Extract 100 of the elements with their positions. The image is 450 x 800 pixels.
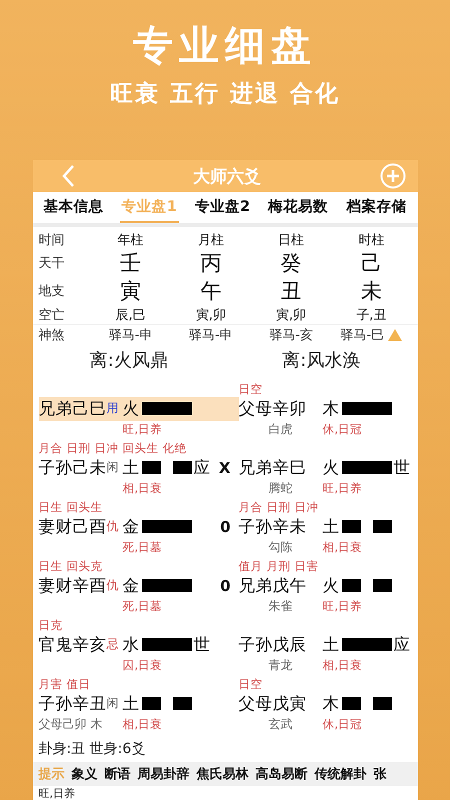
table-cell-text: 寅,卯: [275, 306, 308, 324]
hint-text: 旺,日养: [38, 786, 76, 800]
state-text: 旺,日养: [322, 598, 364, 614]
table-cell-text: 子,丑: [355, 306, 388, 324]
yao-name: 兄弟己巳: [38, 398, 106, 420]
element-text: 土: [322, 634, 340, 656]
row-label: 天干: [38, 255, 66, 272]
relation-tag: 回头克: [66, 558, 102, 574]
relation-tag: 回头生: [66, 500, 102, 515]
relation-tag: 日冲: [94, 440, 118, 456]
relation-tag: 日害: [294, 558, 318, 574]
role-mark: 仇: [106, 577, 120, 594]
table-cell-text: 寅,卯: [194, 306, 227, 324]
beast-text: 玄武: [268, 716, 294, 733]
element-text: 土: [122, 456, 140, 479]
tab[interactable]: 高岛易断: [256, 764, 308, 783]
state-text: 死,日墓: [122, 540, 164, 555]
yao-name: 父母戊寅: [238, 692, 306, 715]
relation-tag: 日生: [38, 558, 62, 574]
tab[interactable]: 档案存储: [344, 192, 408, 223]
state-text: 囚,日衰: [122, 658, 164, 673]
role-mark: 仇: [106, 518, 120, 536]
relation-tag: 日克: [38, 618, 62, 633]
banner-title: 专业细盘: [133, 22, 317, 70]
table-cell-text: 壬: [119, 250, 142, 278]
state-text: 休,日冠: [322, 422, 364, 437]
yao-name: 子孙己未: [38, 456, 106, 479]
expand-icon[interactable]: [388, 328, 402, 340]
table-cell-text: 驿马-亥: [269, 326, 313, 344]
row-label: 时间: [38, 232, 66, 250]
table-cell-text: 驿马-申: [189, 326, 233, 344]
beast-text: 腾蛇: [268, 480, 294, 497]
beast-text: 青龙: [268, 656, 294, 674]
column-heading: 年柱: [116, 232, 145, 250]
yao-name: 子孙辛丑: [38, 692, 106, 715]
relation-tag: 日空: [238, 382, 262, 397]
table-cell-text: 癸: [280, 250, 303, 278]
element-text: 水: [122, 634, 140, 656]
yao-name: 子孙戊辰: [238, 634, 306, 656]
yao-name: 父母辛卯: [238, 398, 306, 420]
relation-tag: 月合: [238, 500, 262, 515]
column-heading: 月柱: [196, 232, 225, 250]
hexagram-name: 离:火风鼎: [88, 348, 169, 372]
tab[interactable]: 基本信息: [42, 192, 106, 223]
tab[interactable]: 断语: [104, 764, 130, 783]
screen-title: 大师六爻: [193, 166, 261, 188]
yao-name: 子孙辛未: [238, 516, 306, 538]
state-text: 相,日衰: [122, 480, 164, 496]
role-mark: 闲: [106, 459, 120, 476]
tab[interactable]: 周易卦辞: [138, 764, 190, 783]
table-cell-text: 驿马-巳: [340, 326, 384, 344]
state-text: 休,日冠: [322, 716, 364, 732]
tab[interactable]: 象义: [72, 764, 98, 783]
state-text: 相,日衰: [122, 716, 164, 732]
position-mark: 应: [194, 456, 210, 479]
beast-text: 朱雀: [268, 598, 294, 615]
relation-tag: 日刑: [266, 500, 290, 515]
relation-tag: 日空: [238, 676, 262, 692]
table-cell-text: 丙: [199, 250, 222, 278]
yao-name: 妻财己酉: [38, 516, 106, 538]
summary-text: 卦身:丑 世身:6爻: [38, 740, 146, 759]
element-text: 金: [122, 574, 140, 597]
tab[interactable]: 梅花易数: [266, 192, 330, 223]
element-text: 火: [122, 398, 140, 420]
relation-tag: 日刑: [66, 440, 90, 456]
tab[interactable]: 张: [374, 764, 386, 783]
yao-name: 妻财辛酉: [38, 574, 106, 597]
relation-tag: 月害: [38, 676, 62, 692]
tab[interactable]: 传统解卦: [314, 764, 366, 783]
tab[interactable]: 焦氏易林: [196, 764, 248, 783]
element-text: 土: [322, 516, 340, 538]
moving-mark: 0: [220, 576, 230, 595]
element-text: 火: [322, 574, 340, 597]
position-mark: 应: [394, 634, 410, 656]
relation-tag: 值月: [238, 558, 262, 574]
moving-mark: 0: [220, 518, 230, 536]
role-mark: 用: [106, 400, 120, 418]
position-mark: 世: [194, 634, 210, 656]
relation-tag: 月合: [38, 440, 62, 456]
add-icon[interactable]: [380, 163, 406, 190]
moving-mark: X: [218, 458, 230, 477]
relation-tag: 化绝: [162, 440, 186, 456]
hexagram-name: 离:风水涣: [281, 348, 362, 372]
back-icon[interactable]: [60, 164, 74, 188]
table-cell-text: 辰,巳: [114, 306, 147, 324]
state-text: 旺,日养: [122, 422, 164, 437]
table-cell-text: 未: [360, 278, 383, 306]
element-text: 木: [322, 692, 340, 715]
yao-name: 兄弟辛巳: [238, 456, 306, 479]
row-label: 神煞: [38, 326, 66, 344]
relation-tag: 回头生: [122, 440, 158, 456]
element-text: 金: [122, 516, 140, 538]
element-text: 火: [322, 456, 340, 479]
relation-tag: 日生: [38, 500, 62, 515]
position-mark: 世: [394, 456, 410, 479]
column-heading: 时柱: [357, 232, 386, 250]
element-text: 木: [322, 398, 340, 420]
tab[interactable]: 专业盘2: [192, 192, 252, 223]
beast-text: 白虎: [268, 420, 294, 438]
banner-subtitle: 旺衰 五行 进退 合化: [110, 80, 340, 108]
